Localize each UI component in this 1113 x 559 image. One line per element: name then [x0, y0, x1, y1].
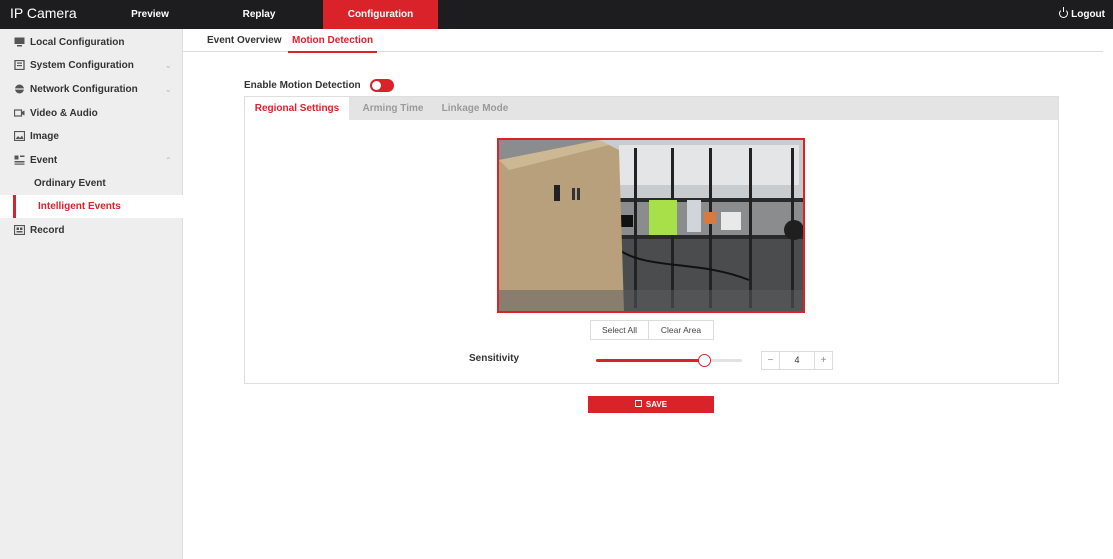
save-icon: [634, 400, 642, 407]
area-button-group: Select All Clear Area: [590, 320, 714, 340]
event-icon: [14, 155, 25, 165]
detection-area-video-preview[interactable]: [497, 138, 805, 313]
sidebar-item-local-configuration[interactable]: Local Configuration: [0, 31, 183, 54]
sidebar-item-intelligent-events[interactable]: Intelligent Events: [0, 195, 183, 218]
sensitivity-slider-handle[interactable]: [698, 354, 711, 367]
sensitivity-value[interactable]: 4: [780, 352, 814, 369]
sidebar-item-label: Intelligent Events: [38, 201, 121, 212]
sidebar-item-label: System Configuration: [30, 60, 134, 71]
sidebar-item-label: Record: [30, 225, 65, 236]
top-navigation-bar: IP Camera Preview Replay Configuration L…: [0, 0, 1113, 29]
sidebar-item-label: Image: [30, 131, 59, 142]
image-icon: [14, 131, 25, 141]
enable-motion-detection-label: Enable Motion Detection: [244, 80, 361, 91]
enable-motion-detection-toggle[interactable]: [370, 79, 394, 92]
logout-button[interactable]: Logout: [1059, 0, 1105, 29]
sidebar-item-label: Network Configuration: [30, 84, 138, 95]
power-icon: [1059, 7, 1069, 18]
sidebar-item-ordinary-event[interactable]: Ordinary Event: [0, 172, 183, 195]
sidebar-item-event[interactable]: Event ⌃: [0, 149, 183, 172]
nav-configuration[interactable]: Configuration: [323, 0, 438, 29]
sidebar: Local Configuration System Configuration…: [0, 29, 183, 559]
clear-area-button[interactable]: Clear Area: [649, 321, 713, 339]
tab-linkage-mode[interactable]: Linkage Mode: [435, 97, 515, 120]
sidebar-item-system-configuration[interactable]: System Configuration ⌄: [0, 54, 183, 77]
tab-arming-time[interactable]: Arming Time: [361, 97, 425, 120]
app-title: IP Camera: [10, 5, 77, 21]
sensitivity-slider[interactable]: [596, 354, 742, 367]
camera-scene-image: [499, 140, 803, 311]
chevron-down-icon: ⌄: [165, 61, 172, 70]
select-all-button[interactable]: Select All: [591, 321, 649, 339]
sidebar-item-label: Video & Audio: [30, 108, 98, 119]
sidebar-item-label: Local Configuration: [30, 37, 125, 48]
sidebar-item-label: Event: [30, 155, 58, 166]
tab-event-overview[interactable]: Event Overview: [207, 29, 281, 52]
sidebar-item-video-audio[interactable]: Video & Audio: [0, 102, 183, 125]
sensitivity-stepper: − 4 +: [761, 351, 833, 370]
system-icon: [14, 60, 25, 70]
increment-button[interactable]: +: [814, 352, 832, 369]
sidebar-item-label: Ordinary Event: [34, 178, 106, 189]
sensitivity-label: Sensitivity: [469, 353, 520, 364]
logout-label: Logout: [1071, 9, 1105, 20]
sidebar-item-image[interactable]: Image: [0, 125, 183, 148]
sidebar-item-network-configuration[interactable]: Network Configuration ⌄: [0, 78, 183, 101]
panel-tabs: Regional Settings Arming Time Linkage Mo…: [245, 97, 1058, 120]
event-subtabs: Event Overview Motion Detection: [183, 29, 1103, 53]
toggle-knob: [372, 81, 381, 90]
save-button[interactable]: SAVE: [588, 396, 714, 413]
sidebar-item-record[interactable]: Record: [0, 219, 183, 242]
nav-preview[interactable]: Preview: [130, 0, 170, 29]
sensitivity-slider-fill: [596, 359, 704, 362]
record-icon: [14, 225, 25, 235]
globe-icon: [15, 84, 24, 94]
save-label: SAVE: [645, 400, 668, 409]
chevron-up-icon: ⌃: [165, 156, 172, 165]
tab-regional-settings[interactable]: Regional Settings: [245, 97, 349, 120]
monitor-icon: [14, 37, 25, 47]
chevron-down-icon: ⌄: [165, 85, 172, 94]
tab-motion-detection[interactable]: Motion Detection: [288, 29, 378, 53]
decrement-button[interactable]: −: [762, 352, 780, 369]
video-audio-icon: [14, 109, 25, 117]
nav-replay[interactable]: Replay: [229, 0, 289, 29]
